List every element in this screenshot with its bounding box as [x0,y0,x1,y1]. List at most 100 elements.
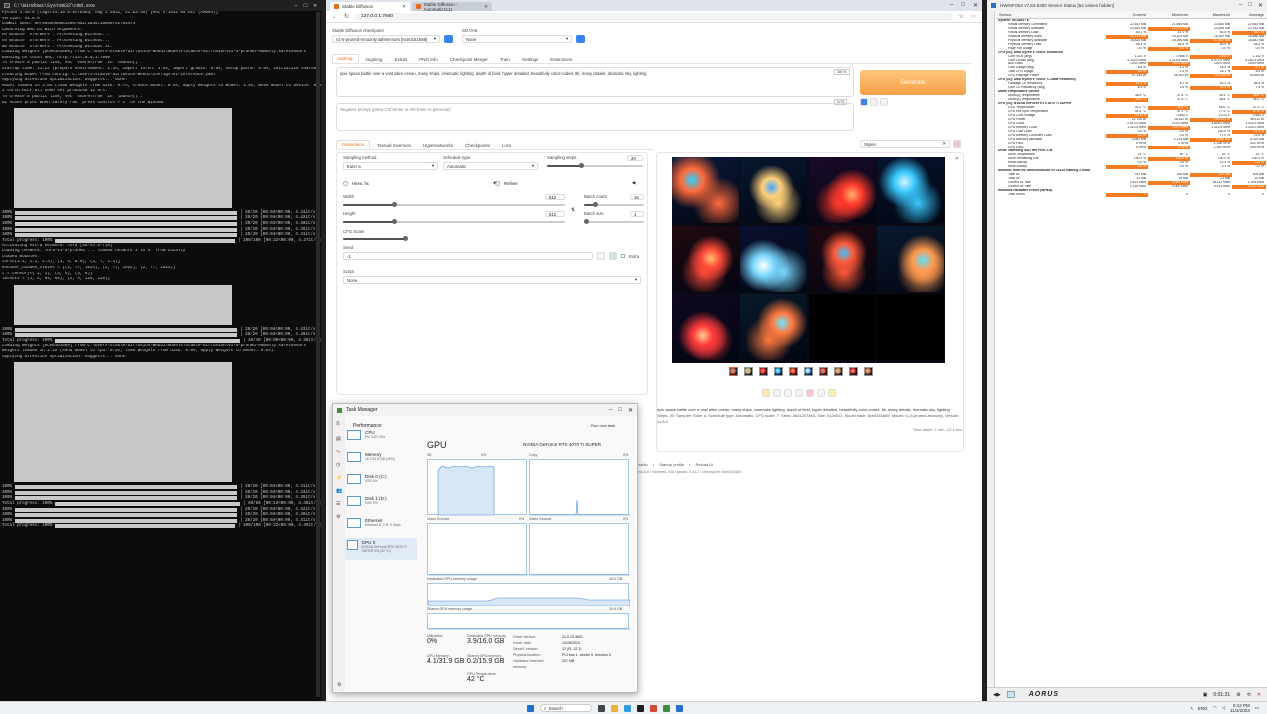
resource-item-disk-0-c-[interactable]: Disk 0 (C:) SSD 0% [345,472,417,494]
task-view-icon[interactable] [598,704,605,712]
tab-img2img[interactable]: img2img [361,56,388,63]
gallery-thumbnail[interactable] [819,367,828,376]
performance-icon[interactable]: ∿ [333,446,345,459]
footer-link-reload-ui[interactable]: Reload UI [696,462,714,467]
chrome-icon[interactable] [650,704,657,712]
resource-item-ethernet[interactable]: Ethernet Ethernet S: 0 R: 0 Kbps [345,516,417,538]
services-icon[interactable]: ⚙ [333,511,345,524]
vae-select[interactable]: None ▾ [462,35,572,43]
prompt-textarea[interactable]: epic space battle over a vast alien ocea… [336,67,854,97]
minimize-icon[interactable]: – [1239,2,1242,9]
browser-tab-1[interactable]: Stable Diffusion ✕ [330,2,410,11]
schedule-type-select[interactable]: Automatic ▾ [443,162,538,170]
negative-prompt-textarea[interactable]: Negative prompt (press Ctrl+Enter or Alt… [336,103,854,131]
resource-item-memory[interactable]: Memory 15.7/31.8 GB (49%) [345,450,417,472]
seed-input[interactable]: -1 [343,252,593,260]
resource-item-gpu-0[interactable]: GPU 0 NVIDIA GeForce RTX 4070 Ti SUPER 0%… [345,538,417,560]
processes-icon[interactable]: ▤ [333,433,345,446]
swap-dimensions-icon[interactable]: ⇅ [571,207,575,213]
gallery-thumbnail[interactable] [804,367,813,376]
hwinfo-col-minimum[interactable]: Minimum [1148,12,1190,17]
checkpoint-select[interactable]: v1-5-pruned-emaonly.safetensors [6ce0161… [332,35,440,43]
tab-extensions[interactable]: Extensions [545,56,577,63]
generated-image[interactable] [672,294,739,361]
minimize-icon[interactable]: – [609,407,612,414]
tab-train[interactable]: Train [495,56,515,63]
height-slider[interactable] [343,219,565,224]
taskbar-search[interactable]: ⌕ Search [540,704,592,712]
save-icon[interactable] [773,389,781,397]
width-input[interactable]: 512 [545,194,565,200]
subtab-generation[interactable]: Generation [336,140,371,149]
console-titlebar[interactable]: C:\Windows\System32\cmd.exe – □ ✕ [0,0,321,11]
volume-icon[interactable]: ◁ [1222,705,1225,711]
batch-count-slider[interactable] [584,202,644,207]
batch-count-input[interactable]: 16 [630,194,644,200]
footer-link-startup-profile[interactable]: Startup profile [659,462,684,467]
extra-checkbox[interactable] [621,254,625,258]
startup-icon[interactable]: ⚡ [333,472,345,485]
styles-select[interactable]: Styles ✕ [860,140,950,148]
close-icon[interactable]: ✕ [313,2,317,9]
task-manager-titlebar[interactable]: Task Manager – □ ✕ [333,404,637,416]
tab-checkpoint-merger[interactable]: Checkpoint Merger [445,56,493,63]
generated-image[interactable] [808,225,876,292]
hwinfo-col-current[interactable]: Current [1106,12,1148,17]
notification-icon[interactable]: ▭ [1255,705,1259,711]
image-to-img2img-icon[interactable] [795,389,803,397]
close-icon[interactable]: ✕ [955,156,959,162]
collapse-icon[interactable]: ◀ [632,180,635,186]
refresh-checkpoint-button[interactable] [444,35,453,43]
start-icon[interactable] [527,704,534,712]
sampling-steps-input[interactable]: 20 [627,155,643,161]
script-select[interactable]: None ▾ [343,276,641,284]
gallery-thumbnail[interactable] [744,367,753,376]
tab-settings[interactable]: Settings [517,56,543,63]
cfg-scale-slider[interactable] [343,236,408,241]
history-icon[interactable]: ◷ [333,459,345,472]
clock[interactable]: 6:12 PM 11/2/2023 [1230,703,1250,713]
terminal-icon[interactable] [637,704,644,712]
generated-image[interactable] [740,294,808,361]
generated-image[interactable] [876,294,944,361]
generate-button[interactable]: Generate [860,70,966,95]
maximize-icon[interactable]: □ [304,2,308,9]
generated-image[interactable] [808,157,876,223]
task-manager-icon[interactable] [663,704,670,712]
generated-image[interactable] [876,157,944,223]
generated-image[interactable] [672,225,739,292]
console-scrollbar[interactable] [316,12,320,697]
zip-icon[interactable] [784,389,792,397]
hwinfo-sensor-row[interactable]: Total Errors 0 0 0 0 [996,192,1267,197]
generated-image[interactable] [672,157,739,223]
sensor-arrows-icon[interactable]: ◀▶ [993,692,1001,698]
extras-icon[interactable] [817,389,825,397]
batch-size-input[interactable]: 1 [630,211,644,217]
star-icon[interactable] [828,389,836,397]
sampling-steps-slider[interactable] [547,163,643,168]
menu-icon[interactable]: ≡ [333,416,345,433]
tab-png-info[interactable]: PNG Info [414,56,443,63]
refiner-checkbox[interactable] [495,180,500,186]
reload-icon[interactable]: ↻ [344,13,349,20]
recycle-icon[interactable] [609,252,617,260]
reset-icon[interactable]: ⟲ [1247,692,1251,698]
batch-size-slider[interactable] [584,219,644,224]
hires-fix-checkbox[interactable] [343,180,348,186]
monitor-icon[interactable]: ▣ [1203,692,1208,698]
file-explorer-icon[interactable] [611,704,618,712]
maximize-icon[interactable]: □ [618,407,622,414]
menu-icon[interactable]: ⋯ [970,13,976,20]
hwinfo-icon[interactable] [676,704,683,712]
hwinfo-col-sensor[interactable]: Sensor [996,12,1106,17]
minimize-icon[interactable]: – [294,2,298,9]
browser-tab-2[interactable]: Stable Diffusion - Automatic1111 ✕ [412,2,492,12]
image-grid[interactable] [672,157,945,363]
gallery-thumbnail[interactable] [849,367,858,376]
folder-icon[interactable] [762,389,770,397]
gallery-thumbnail[interactable] [789,367,798,376]
gallery-thumbnail[interactable] [834,367,843,376]
sampling-method-select[interactable]: Euler a ▾ [343,162,438,170]
subtab-hypernetworks[interactable]: Hypernetworks [418,142,458,149]
close-icon[interactable]: ✕ [1257,692,1261,698]
